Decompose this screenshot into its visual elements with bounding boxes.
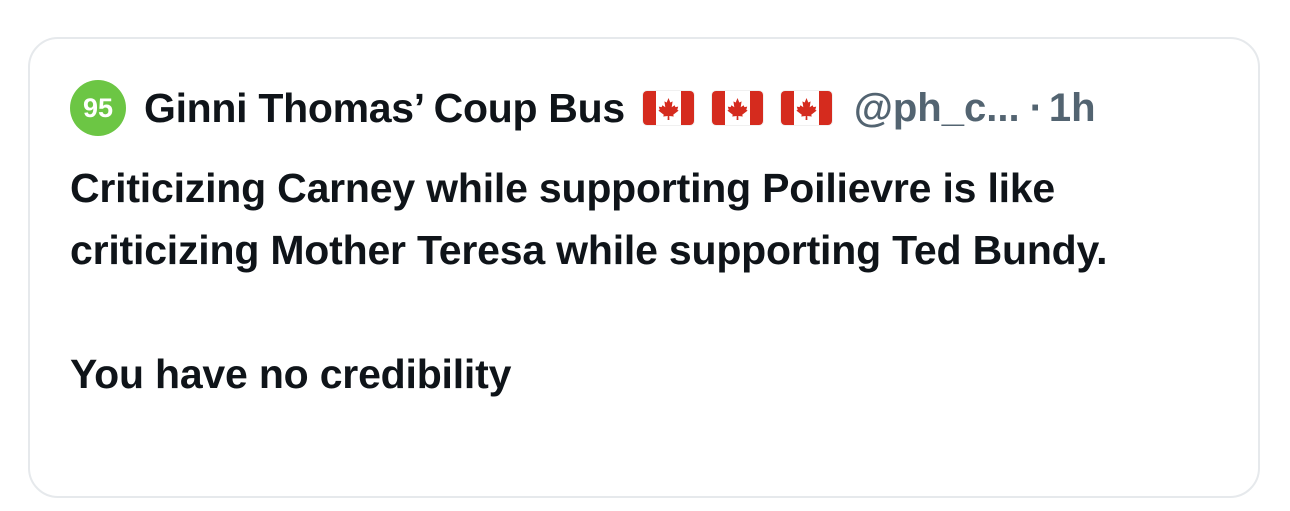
canada-flag-icon — [711, 91, 763, 125]
separator-dot: · — [1029, 85, 1043, 130]
post-text-paragraph: Criticizing Carney while supporting Poil… — [70, 165, 1108, 273]
quoted-post-card[interactable]: 95 Ginni Thomas’ Coup Bus @ph_c... · 1h … — [28, 37, 1260, 498]
post-text: Criticizing Carney while supporting Poil… — [70, 157, 1220, 405]
post-text-paragraph: You have no credibility — [70, 351, 512, 397]
name-emoji-flags — [642, 91, 850, 125]
avatar[interactable]: 95 — [70, 80, 126, 136]
post-timestamp[interactable]: 1h — [1049, 86, 1096, 131]
canada-flag-icon — [642, 91, 694, 125]
post-header: 95 Ginni Thomas’ Coup Bus @ph_c... · 1h — [70, 80, 1096, 136]
display-name[interactable]: Ginni Thomas’ Coup Bus — [144, 85, 625, 132]
user-handle[interactable]: @ph_c... — [854, 86, 1020, 131]
avatar-badge: 95 — [82, 92, 114, 123]
canada-flag-icon — [780, 91, 832, 125]
